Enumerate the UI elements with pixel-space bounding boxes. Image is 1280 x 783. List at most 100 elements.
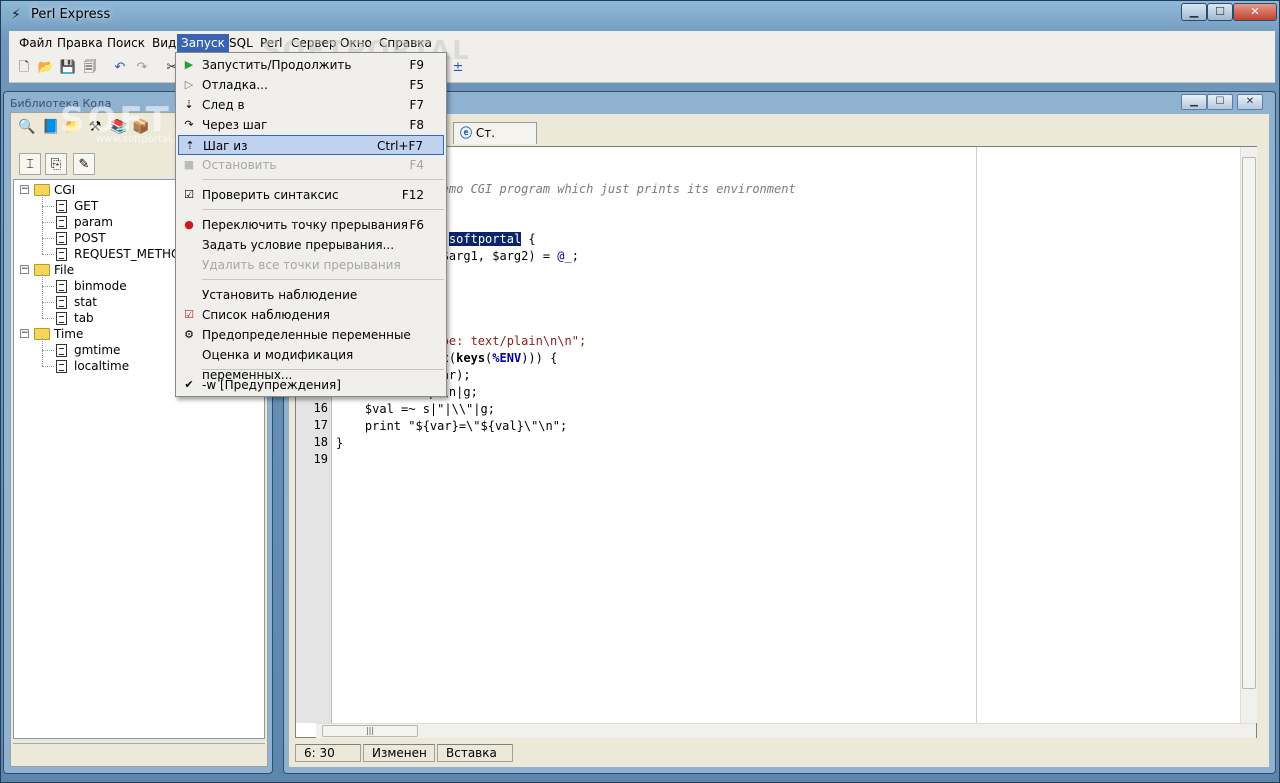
tree-leaf[interactable]: REQUEST_METHOD xyxy=(74,246,190,262)
menu-separator xyxy=(202,279,444,280)
library-status xyxy=(13,743,265,763)
tree-leaf[interactable]: POST xyxy=(74,230,106,246)
tree-connector xyxy=(42,366,54,367)
window-title: Perl Express xyxy=(31,7,111,22)
new-file-icon[interactable]: 🗋 xyxy=(15,59,33,77)
tree-leaf[interactable]: GET xyxy=(74,198,98,214)
editor-close-button[interactable]: ✕ xyxy=(1237,94,1263,110)
breakpoint-icon: ● xyxy=(184,218,194,231)
menu-separator xyxy=(202,179,444,180)
scroll-thumb[interactable] xyxy=(1242,157,1256,689)
tree-connector xyxy=(42,222,54,223)
tree-leaf[interactable]: stat xyxy=(74,294,97,310)
menu-item-set-watch[interactable]: Установить наблюдение xyxy=(178,285,444,305)
play-icon: ▶ xyxy=(184,58,194,71)
menu-item-run[interactable]: ▶ Запустить/Продолжить F9 xyxy=(178,55,444,75)
save-icon[interactable]: 💾 xyxy=(59,59,77,77)
variables-icon: ⚙ xyxy=(184,328,194,341)
book-icon[interactable]: 📘 xyxy=(41,117,61,137)
tree-folder[interactable]: Time xyxy=(54,326,83,342)
document-icon xyxy=(56,280,67,293)
title-bar[interactable]: ⚡ Perl Express ▁ ☐ ✕ xyxy=(1,1,1280,29)
cursor-icon[interactable]: ⌶ xyxy=(19,153,41,175)
checkmark-icon: ✔ xyxy=(184,378,194,391)
tree-expander[interactable]: − xyxy=(20,329,29,338)
menu-item-step-into[interactable]: ⇣ След в F7 xyxy=(178,95,444,115)
menu-item-stop: ■ Остановить F4 xyxy=(183,158,424,172)
horizontal-scrollbar[interactable]: ||| xyxy=(316,723,1256,738)
tree-connector xyxy=(42,302,54,303)
step-into-icon: ⇣ xyxy=(184,98,194,111)
tree-leaf[interactable]: binmode xyxy=(74,278,127,294)
menu-separator xyxy=(202,209,444,210)
document-icon xyxy=(56,216,67,229)
menu-item-warnings[interactable]: ✔ -w [Предупреждения] xyxy=(178,375,444,395)
document-icon xyxy=(56,248,67,261)
menu-item-evaluate-vars[interactable]: Оценка и модификация переменных... xyxy=(178,345,444,382)
tree-connector xyxy=(42,286,54,287)
menu-sql[interactable]: SQL xyxy=(225,34,257,52)
tree-connector xyxy=(42,350,54,351)
tree-leaf[interactable]: gmtime xyxy=(74,342,120,358)
tree-connector xyxy=(42,338,43,366)
stop-icon: ■ xyxy=(183,158,195,171)
menu-item-delete-breakpoints: Удалить все точки прерывания xyxy=(202,258,401,272)
tree-expander[interactable]: − xyxy=(20,265,29,274)
selected-text: softportal xyxy=(448,232,522,246)
tree-connector xyxy=(42,318,54,319)
code-line: $val =~ s|"|\\"|g; xyxy=(336,402,495,416)
debug-icon: ▷ xyxy=(184,78,194,91)
document-icon xyxy=(56,232,67,245)
run-menu-dropdown: ▶ Запустить/Продолжить F9 ▷ Отладка... F5 ⇣ С… xyxy=(175,52,447,397)
status-bar: 6: 30 Изменен Вставка xyxy=(295,742,1257,762)
scroll-thumb[interactable]: ||| xyxy=(322,725,418,737)
menu-item-debug[interactable]: ▷ Отладка... F5 xyxy=(178,75,444,95)
menu-run[interactable]: Запуск xyxy=(177,34,229,52)
modified-status: Изменен xyxy=(363,744,435,762)
edit-icon[interactable]: ✎ xyxy=(73,153,95,175)
tree-folder[interactable]: CGI xyxy=(54,182,75,198)
menu-edit[interactable]: Правка xyxy=(53,34,107,52)
menu-item-step-over[interactable]: ↷ Через шаг F8 xyxy=(178,115,444,135)
menu-view[interactable]: Вид xyxy=(148,34,180,52)
cursor-position: 6: 30 xyxy=(295,744,361,762)
tree-connector xyxy=(42,206,54,207)
step-out-icon: ⇡ xyxy=(185,139,195,152)
minimize-button[interactable]: ▁ xyxy=(1181,3,1207,21)
menu-file[interactable]: Файл xyxy=(15,34,56,52)
check-icon: ☑ xyxy=(184,188,194,201)
menu-search[interactable]: Поиск xyxy=(103,34,149,52)
tree-leaf[interactable]: tab xyxy=(74,310,94,326)
menu-item-predefined-vars[interactable]: ⚙ Предопределенные переменные xyxy=(178,325,444,345)
menu-item-toggle-breakpoint[interactable]: ● Переключить точку прерывания F6 xyxy=(178,215,444,235)
menu-item-check-syntax[interactable]: ☑ Проверить синтаксис F12 xyxy=(178,185,444,205)
right-margin-line xyxy=(976,147,977,723)
code-line: - demo CGI program which just prints its… xyxy=(420,182,796,196)
close-button[interactable]: ✕ xyxy=(1233,3,1277,21)
line-number: 17 xyxy=(313,418,328,432)
editor-maximize-button[interactable]: ☐ xyxy=(1207,94,1233,110)
step-over-icon: ↷ xyxy=(184,118,194,131)
tree-connector xyxy=(42,254,54,255)
line-number: 18 xyxy=(313,435,328,449)
menu-item-watch-list[interactable]: ☑ Список наблюдения xyxy=(178,305,444,325)
copy-icon[interactable]: ⎘ xyxy=(45,153,67,175)
vertical-scrollbar[interactable] xyxy=(1240,147,1257,723)
open-folder-icon[interactable]: 📂 xyxy=(37,59,55,77)
document-icon xyxy=(56,344,67,357)
redo-icon[interactable]: ↷ xyxy=(133,59,151,77)
tree-leaf[interactable]: param xyxy=(74,214,113,230)
tree-leaf[interactable]: localtime xyxy=(74,358,129,374)
tree-connector xyxy=(42,194,43,254)
menu-item-breakpoint-condition[interactable]: Задать условие прерывания... xyxy=(178,235,444,255)
maximize-button[interactable]: ☐ xyxy=(1207,3,1233,21)
insert-mode: Вставка xyxy=(437,744,513,762)
search-icon[interactable]: 🔍 xyxy=(17,117,37,137)
tree-folder[interactable]: File xyxy=(54,262,74,278)
menu-item-step-out[interactable]: ⇡ Шаг из Ctrl+F7 xyxy=(178,135,444,155)
tab-output[interactable]: ⓔ Ст. Вывод xyxy=(453,122,537,160)
save-all-icon[interactable]: 🗐 xyxy=(81,59,99,77)
undo-icon[interactable]: ↶ xyxy=(111,59,129,77)
editor-minimize-button[interactable]: ▁ xyxy=(1181,94,1207,110)
tree-expander[interactable]: − xyxy=(20,185,29,194)
